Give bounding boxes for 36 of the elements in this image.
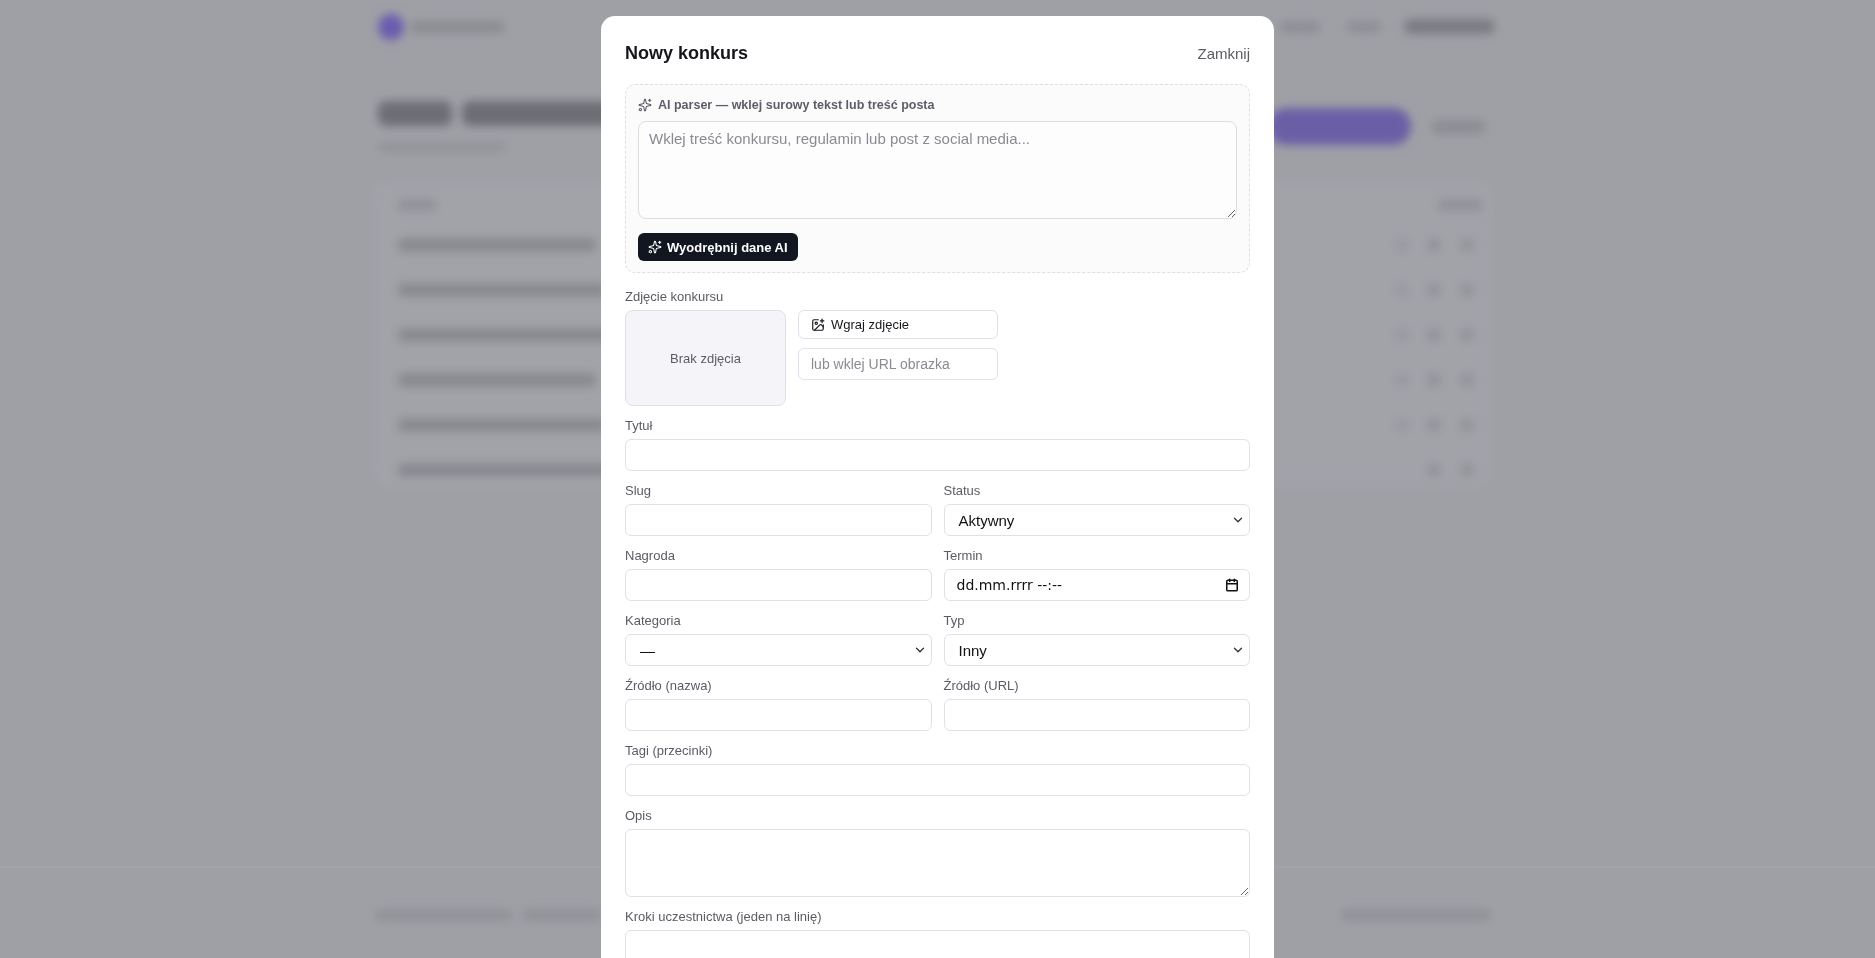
- text-field[interactable]: [943, 699, 1250, 731]
- sparkles-icon: [638, 98, 652, 112]
- image-plus-icon: [811, 317, 825, 332]
- ai-parser-label: AI parser — wklej surowy tekst lub treść posta: [658, 98, 935, 112]
- field-label: Tytuł: [625, 418, 654, 434]
- text-field[interactable]: [625, 699, 932, 731]
- upload-button[interactable]: Wgraj zdjęcie: [798, 310, 998, 339]
- sparkles-icon: [648, 240, 662, 254]
- no-photo-text: Brak zdjęcia: [670, 350, 741, 366]
- calendar-icon: [1225, 578, 1239, 592]
- field-label: Termin: [943, 548, 984, 564]
- close-button[interactable]: Zamknij: [1197, 44, 1250, 62]
- field-label: Slug: [625, 483, 653, 499]
- select-field[interactable]: Aktywny: [943, 504, 1250, 536]
- field-label: Status: [943, 483, 982, 499]
- field-label: Opis: [625, 808, 653, 824]
- extract-button[interactable]: Wyodrębnij dane AI: [638, 233, 798, 261]
- select-field[interactable]: —: [625, 634, 932, 666]
- url-field[interactable]: lub wklej URL obrazka: [798, 348, 998, 380]
- field-label: Zdjęcie konkursu: [625, 289, 725, 305]
- date-field[interactable]: dd.mm.rrrr --:--: [943, 569, 1250, 601]
- text-field[interactable]: [625, 504, 932, 536]
- text-field[interactable]: [625, 764, 1250, 796]
- text-field[interactable]: [625, 569, 932, 601]
- field-label: Źródło (nazwa): [625, 678, 713, 694]
- field-label: Nagroda: [625, 548, 676, 564]
- select-field[interactable]: Inny: [943, 634, 1250, 666]
- modal-title: Nowy konkurs: [625, 42, 749, 65]
- text-field[interactable]: [625, 439, 1250, 471]
- field-label: Źródło (URL): [943, 678, 1020, 694]
- field-label: Typ: [943, 613, 966, 629]
- text-area[interactable]: Wklej treść konkursu, regulamin lub post z social media...: [638, 121, 1237, 219]
- field-label: Kroki uczestnictwa (jeden na linię): [625, 909, 823, 925]
- field-label: Tagi (przecinki): [625, 743, 714, 759]
- text-area[interactable]: [625, 829, 1250, 897]
- field-label: Kategoria: [625, 613, 682, 629]
